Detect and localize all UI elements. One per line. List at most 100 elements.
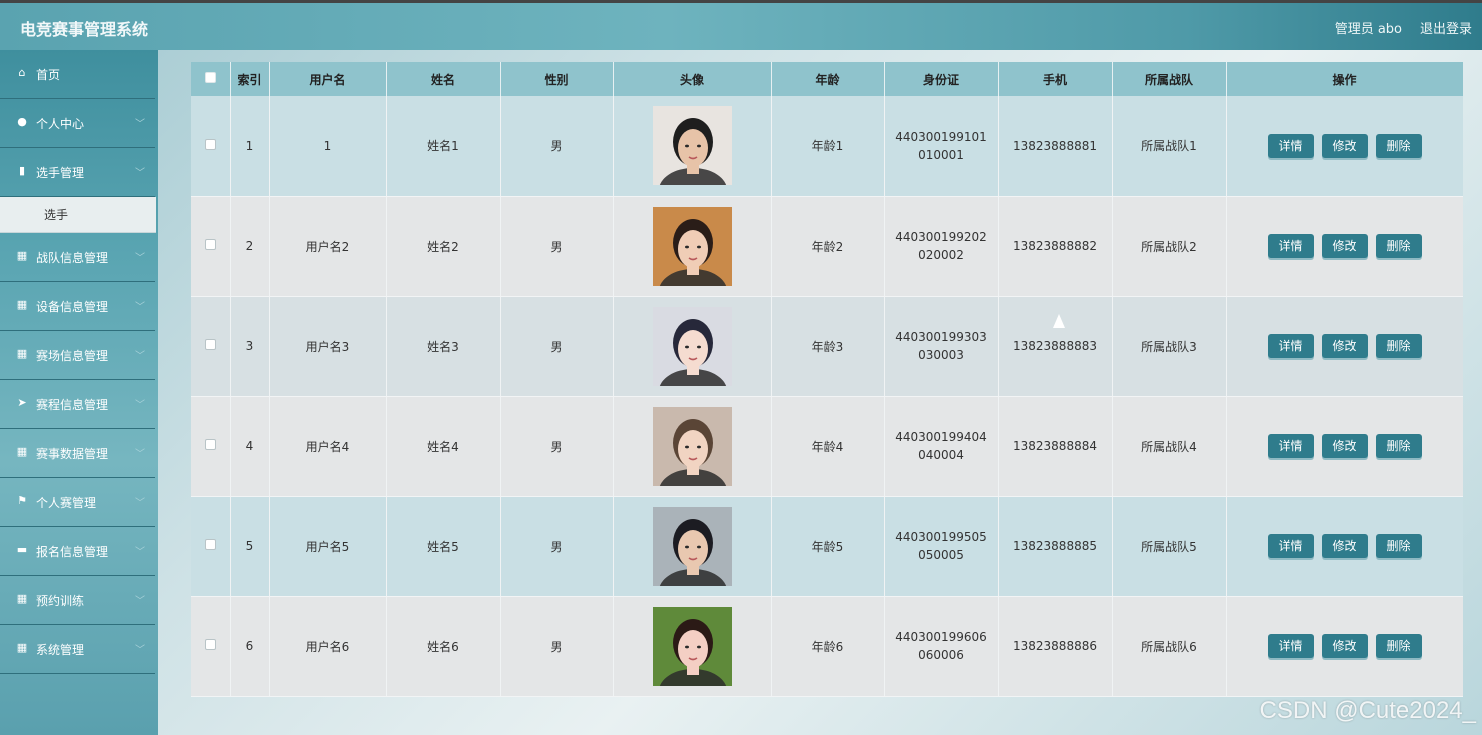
- players-table: 索引 用户名 姓名 性别 头像 年龄 身份证 手机 所属战队 操作 1 1 姓名1 男年龄1 440300…: [191, 62, 1463, 697]
- actions-cell: 详情 修改 删除: [1226, 496, 1463, 597]
- sidebar-item-7[interactable]: ▦ 赛事数据管理 ﹀: [0, 429, 155, 478]
- detail-button[interactable]: 详情: [1267, 334, 1314, 358]
- edit-button[interactable]: 修改: [1321, 434, 1368, 458]
- edit-button[interactable]: 修改: [1321, 534, 1368, 558]
- sidebar-item-0[interactable]: ⌂ 首页: [0, 50, 155, 99]
- delete-button[interactable]: 删除: [1375, 234, 1422, 258]
- row-checkbox[interactable]: [204, 639, 216, 650]
- chevron-down-icon: ﹀: [135, 168, 145, 179]
- chevron-down-icon: ﹀: [135, 302, 145, 313]
- row-checkbox[interactable]: [204, 539, 216, 550]
- sidebar-item-11[interactable]: ▦ 系统管理 ﹀: [0, 625, 155, 674]
- detail-button[interactable]: 详情: [1267, 434, 1314, 458]
- avatar: [652, 406, 732, 486]
- delete-button[interactable]: 删除: [1375, 133, 1422, 158]
- sidebar-item-label: 个人中心: [36, 117, 85, 131]
- chevron-down-icon: ﹀: [135, 449, 145, 460]
- column-header: 身份证: [884, 62, 999, 96]
- sidebar-item-2[interactable]: ▮ 选手管理 ﹀: [0, 148, 155, 197]
- index-cell: 4: [230, 396, 270, 497]
- column-header: 索引: [230, 62, 270, 96]
- send-icon: ➤: [17, 396, 27, 409]
- row-checkbox[interactable]: [204, 439, 216, 450]
- delete-button[interactable]: 删除: [1375, 634, 1422, 658]
- row-checkbox[interactable]: [204, 339, 216, 350]
- idcard-cell: 440300199202020002: [884, 196, 999, 297]
- delete-button[interactable]: 删除: [1375, 534, 1422, 558]
- grid-icon: ▦: [16, 298, 28, 311]
- name-cell: 姓名5: [386, 496, 501, 597]
- phone-cell: 13823888882: [998, 196, 1113, 297]
- actions-cell: 详情 修改 删除: [1226, 96, 1463, 197]
- row-select-cell: [191, 596, 231, 697]
- sidebar-item-label: 赛场信息管理: [36, 349, 109, 363]
- sidebar-item-1[interactable]: ● 个人中心 ﹀: [0, 99, 155, 148]
- sidebar-item-9[interactable]: ▬ 报名信息管理 ﹀: [0, 527, 155, 576]
- chevron-down-icon: ﹀: [135, 498, 145, 509]
- detail-button[interactable]: 详情: [1267, 133, 1314, 158]
- delete-button[interactable]: 删除: [1375, 334, 1422, 358]
- edit-button[interactable]: 修改: [1321, 234, 1368, 258]
- chevron-down-icon: ﹀: [135, 351, 145, 362]
- select-all-cell: [191, 62, 231, 96]
- gender-cell: 男: [500, 96, 614, 197]
- detail-button[interactable]: 详情: [1267, 534, 1314, 558]
- sidebar-item-label: 选手管理: [36, 166, 85, 180]
- sidebar-item-label: 设备信息管理: [36, 300, 109, 314]
- sidebar-item-8[interactable]: ⚑ 个人赛管理 ﹀: [0, 478, 155, 527]
- detail-button[interactable]: 详情: [1267, 234, 1314, 258]
- username-cell: 用户名3: [269, 296, 387, 397]
- select-all-checkbox[interactable]: [204, 72, 216, 83]
- team-cell: 所属战队3: [1112, 296, 1227, 397]
- team-cell: 所属战队5: [1112, 496, 1227, 597]
- main-content: 索引 用户名 姓名 性别 头像 年龄 身份证 手机 所属战队 操作 1 1 姓名1 男年龄1 440300…: [191, 62, 1463, 735]
- grid-icon: ▦: [16, 249, 28, 262]
- submenu-item-players[interactable]: 选手: [0, 197, 156, 233]
- avatar: [652, 306, 732, 386]
- grid-icon: ▦: [16, 592, 28, 605]
- actions-cell: 详情 修改 删除: [1226, 196, 1463, 297]
- sidebar-item-10[interactable]: ▦ 预约训练 ﹀: [0, 576, 155, 625]
- avatar-cell: [613, 96, 772, 197]
- phone-cell: 13823888883: [998, 296, 1113, 397]
- logout-link[interactable]: 退出登录: [1420, 18, 1472, 37]
- team-cell: 所属战队4: [1112, 396, 1227, 497]
- age-cell: 年龄1: [771, 96, 885, 197]
- sidebar-item-3[interactable]: ▦ 战队信息管理 ﹀: [0, 233, 155, 282]
- team-cell: 所属战队2: [1112, 196, 1227, 297]
- sidebar-item-label: 战队信息管理: [36, 251, 109, 265]
- delete-button[interactable]: 删除: [1375, 434, 1422, 458]
- sidebar-item-label: 预约训练: [36, 594, 85, 608]
- idcard-cell: 440300199404040004: [884, 396, 999, 497]
- column-header: 姓名: [386, 62, 501, 96]
- sidebar-item-5[interactable]: ▦ 赛场信息管理 ﹀: [0, 331, 155, 380]
- home-icon: ⌂: [18, 66, 26, 79]
- idcard-cell: 440300199303030003: [884, 296, 999, 397]
- row-checkbox[interactable]: [204, 138, 216, 150]
- edit-button[interactable]: 修改: [1321, 634, 1368, 658]
- sidebar-item-label: 个人赛管理: [36, 496, 97, 510]
- sidebar-item-4[interactable]: ▦ 设备信息管理 ﹀: [0, 282, 155, 331]
- clipboard-icon: ▮: [18, 164, 26, 177]
- username-cell: 用户名4: [269, 396, 387, 497]
- avatar: [652, 506, 732, 586]
- gender-cell: 男: [500, 596, 614, 697]
- avatar-cell: [613, 596, 772, 697]
- table-header-row: 索引 用户名 姓名 性别 头像 年龄 身份证 手机 所属战队 操作: [191, 62, 1463, 96]
- chevron-down-icon: ﹀: [135, 119, 145, 130]
- index-cell: 2: [230, 196, 270, 297]
- column-header: 头像: [613, 62, 772, 96]
- edit-button[interactable]: 修改: [1321, 334, 1368, 358]
- user-icon: ●: [17, 115, 27, 128]
- column-header: 操作: [1226, 62, 1463, 96]
- row-select-cell: [191, 496, 231, 597]
- detail-button[interactable]: 详情: [1267, 634, 1314, 658]
- column-header: 性别: [500, 62, 614, 96]
- chevron-down-icon: ﹀: [135, 645, 145, 656]
- row-checkbox[interactable]: [204, 239, 216, 250]
- avatar: [652, 206, 732, 286]
- sidebar-item-6[interactable]: ➤ 赛程信息管理 ﹀: [0, 380, 155, 429]
- username-cell: 用户名5: [269, 496, 387, 597]
- index-cell: 5: [230, 496, 270, 597]
- edit-button[interactable]: 修改: [1321, 133, 1368, 158]
